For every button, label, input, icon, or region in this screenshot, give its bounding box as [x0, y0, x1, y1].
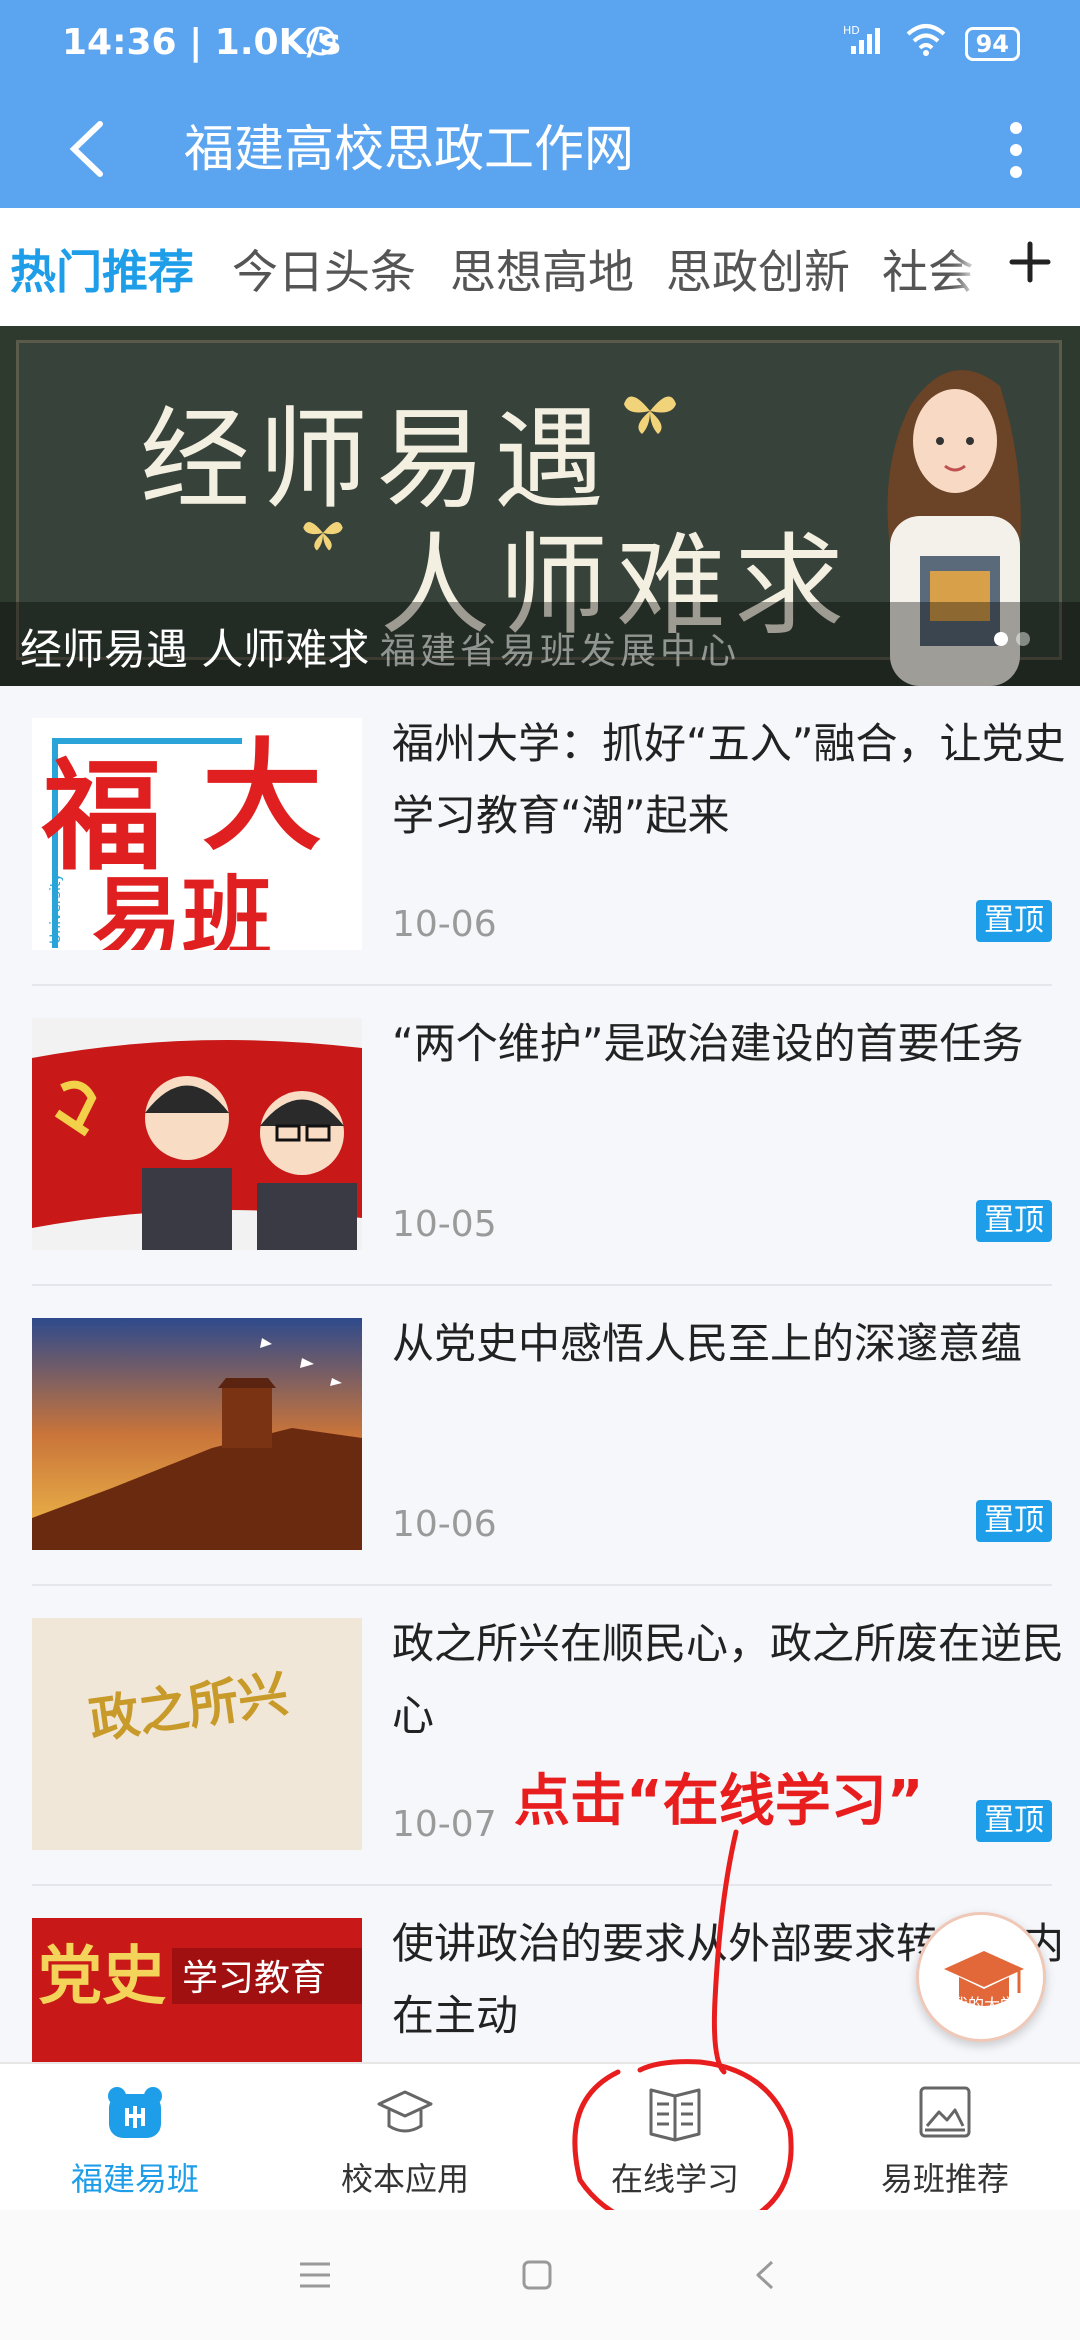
- article-date: 10-06: [392, 904, 497, 945]
- app-bar: 福建高校思政工作网: [0, 92, 1080, 208]
- tab-hot-recommend[interactable]: 热门推荐: [10, 236, 194, 302]
- article-title: 福州大学：抓好“五入”融合，让党史学习教育“潮”起来: [392, 719, 1066, 840]
- nav-item-yiban-recommend[interactable]: 易班推荐: [810, 2064, 1080, 2212]
- article-thumbnail: [32, 1018, 362, 1250]
- back-triangle-icon[interactable]: [740, 2250, 790, 2300]
- svg-text:易班: 易班: [92, 866, 272, 950]
- pinned-badge: 置顶: [976, 1200, 1052, 1242]
- home-square-icon[interactable]: [512, 2250, 562, 2300]
- article-item[interactable]: 党史 学习教育 使讲政治的要求从外部要求转化为内在主动: [32, 1886, 1064, 2062]
- tab-today-headlines[interactable]: 今日头条: [232, 236, 416, 302]
- tab-ideology-innovation[interactable]: 思政创新: [666, 236, 850, 302]
- wifi-icon: [905, 22, 947, 66]
- banner-carousel[interactable]: 经师易遇 人师难求 福建省易班发展中心 经师易遇 人师难求: [0, 326, 1080, 686]
- plus-icon: [1009, 241, 1051, 283]
- nav-item-online-learning[interactable]: 在线学习: [540, 2064, 810, 2212]
- category-tabs: 热门推荐 今日头条 思想高地 思政创新 社会: [0, 208, 1080, 326]
- article-item[interactable]: “两个维护”是政治建设的首要任务 10-05 置顶: [32, 986, 1052, 1286]
- back-button[interactable]: [60, 114, 120, 184]
- butterfly-icon: [303, 521, 343, 551]
- nav-item-fujian-yiban[interactable]: 福建易班: [0, 2064, 270, 2212]
- add-tab-button[interactable]: [998, 230, 1062, 294]
- svg-text:学习教育: 学习教育: [182, 1958, 326, 1999]
- article-thumbnail: [32, 1318, 362, 1550]
- article-item[interactable]: 政之所兴 政之所兴在顺民心，政之所废在逆民心 10-07 置顶: [32, 1586, 1064, 1886]
- article-date: 10-07: [392, 1804, 497, 1845]
- banner-watermark: 福建省易班发展中心: [380, 631, 741, 672]
- pinned-badge: 置顶: [976, 900, 1052, 942]
- carousel-dot-active: [994, 632, 1008, 646]
- butterfly-icon: [624, 396, 676, 434]
- annotation-text: 点击“在线学习”: [514, 1769, 924, 1834]
- article-thumbnail: 福 大 易班 University: [32, 718, 362, 950]
- nav-label: 校本应用: [340, 2160, 469, 2198]
- book-icon: [649, 2088, 701, 2142]
- article-date: 10-05: [392, 1204, 497, 1245]
- article-thumbnail: 党史 学习教育: [32, 1918, 362, 2062]
- home-bear-icon: [108, 2087, 162, 2138]
- alarm-icon: [303, 22, 339, 66]
- article-title: 政之所兴在顺民心，政之所废在逆民心: [392, 1619, 1065, 1740]
- bottom-nav: 福建易班 校本应用 在线学习 易班推荐: [0, 2062, 1080, 2210]
- fuda-logo-image: 福 大 易班 University: [41, 726, 322, 950]
- picture-frame-icon: [919, 2086, 971, 2138]
- more-options-button[interactable]: [996, 112, 1036, 188]
- more-vertical-icon: [1010, 122, 1022, 178]
- svg-text:大: 大: [202, 726, 322, 867]
- status-bar: 14:36 | 1.0K/s HD 94: [0, 0, 1080, 92]
- svg-text:HD: HD: [843, 24, 860, 37]
- article-date: 10-06: [392, 1504, 497, 1545]
- graduation-cap-icon: [377, 2090, 433, 2133]
- status-time: 14:36 | 1.0K/s: [62, 22, 342, 63]
- status-icons: HD 94: [306, 22, 1020, 66]
- article-title: 从党史中感悟人民至上的深邃意蕴: [392, 1319, 1023, 1368]
- system-nav-bar: [0, 2210, 1080, 2340]
- article-item[interactable]: 从党史中感悟人民至上的深邃意蕴 10-06 置顶: [32, 1286, 1052, 1586]
- page-title: 福建高校思政工作网: [184, 120, 634, 178]
- golden-calligraphy-image: 政之所兴: [32, 1618, 362, 1850]
- great-wall-sunset-image: [32, 1318, 362, 1550]
- pinned-badge: 置顶: [976, 1500, 1052, 1542]
- my-university-label: 我的大学: [951, 1995, 1016, 2014]
- article-thumbnail: 政之所兴: [32, 1618, 362, 1850]
- pinned-badge: 置顶: [976, 1800, 1052, 1842]
- svg-text:党史: 党史: [38, 1939, 166, 2014]
- tab-thought-highland[interactable]: 思想高地: [450, 236, 634, 302]
- signal-icon: HD: [843, 22, 887, 66]
- carousel-dot: [1016, 632, 1030, 646]
- party-history-banner-image: 党史 学习教育: [32, 1918, 362, 2062]
- battery-indicator: 94: [964, 27, 1020, 61]
- article-item[interactable]: 福 大 易班 University 福州大学：抓好“五入”融合，让党史学习教育“…: [32, 686, 1066, 986]
- article-list: 福 大 易班 University 福州大学：抓好“五入”融合，让党史学习教育“…: [0, 686, 1080, 2062]
- app-screen: 14:36 | 1.0K/s HD 94 福建高校思政工作网 热门推荐 今日头条…: [0, 0, 1080, 2340]
- party-flag-cartoon-image: [32, 1040, 362, 1250]
- my-university-button[interactable]: 我的大学: [916, 1912, 1046, 2042]
- article-title: “两个维护”是政治建设的首要任务: [392, 1019, 1024, 1068]
- nav-label: 易班推荐: [880, 2160, 1009, 2198]
- nav-item-school-apps[interactable]: 校本应用: [270, 2064, 540, 2212]
- tab-society[interactable]: 社会: [882, 236, 974, 302]
- banner-caption: 经师易遇 人师难求: [20, 625, 370, 674]
- svg-text:University: University: [48, 873, 64, 944]
- nav-label: 在线学习: [610, 2160, 739, 2198]
- nav-label: 福建易班: [70, 2160, 199, 2198]
- menu-icon[interactable]: [290, 2250, 340, 2300]
- chevron-left-icon: [69, 121, 103, 177]
